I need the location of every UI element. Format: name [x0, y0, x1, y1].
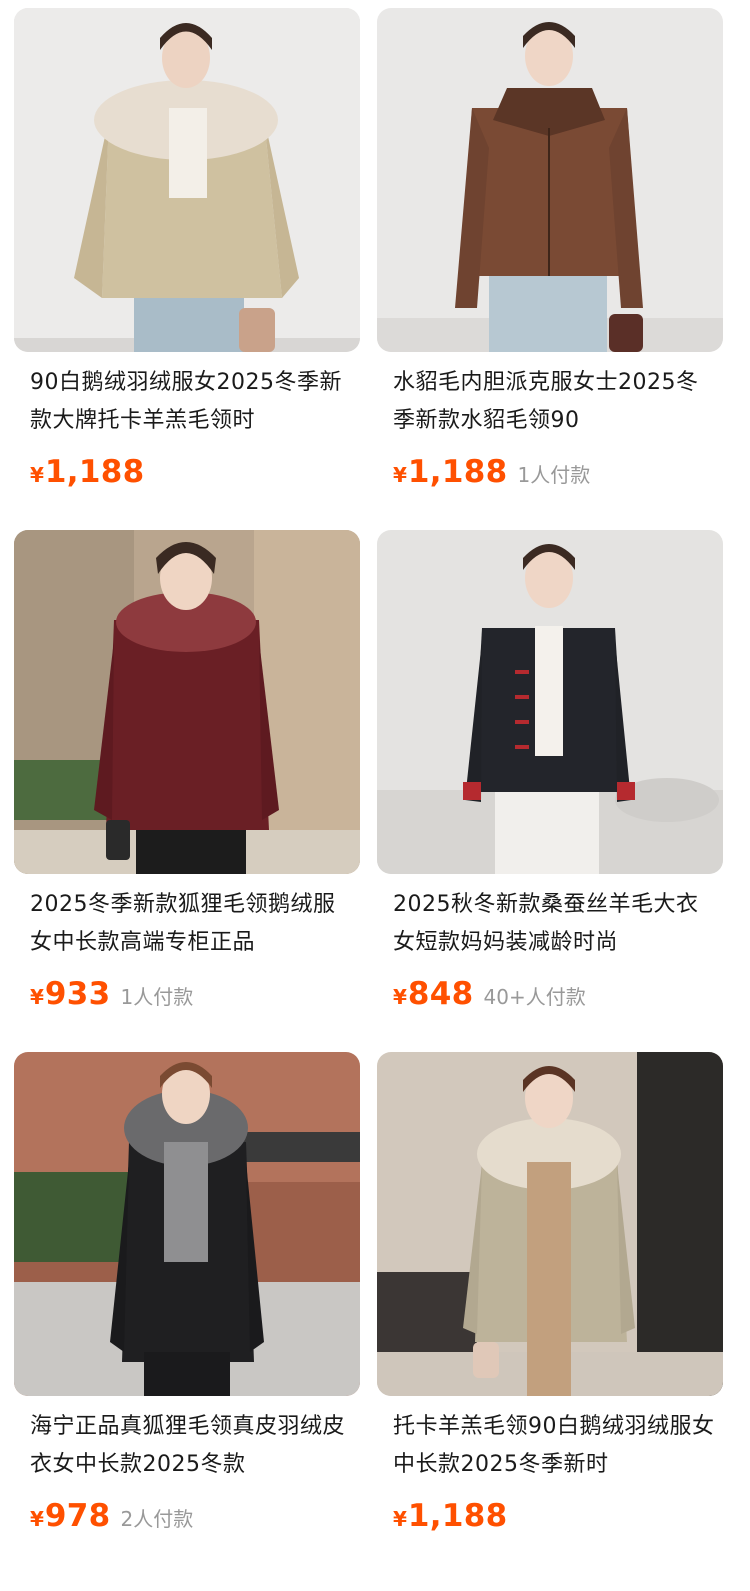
product-image[interactable] — [14, 8, 360, 352]
product-card[interactable]: 90白鹅绒羽绒服女2025冬季新款大牌托卡羊羔毛领时 ¥ 1,188 — [14, 8, 360, 518]
currency-symbol: ¥ — [393, 1507, 407, 1531]
price-row: ¥ 848 40+人付款 — [393, 976, 586, 1016]
sales-count: 1人付款 — [120, 985, 194, 1009]
product-title[interactable]: 托卡羊羔毛领90白鹅绒羽绒服女中长款2025冬季新时 — [393, 1408, 715, 1484]
sales-count: 2人付款 — [120, 1507, 194, 1531]
currency-symbol: ¥ — [393, 985, 407, 1009]
product-card[interactable]: 水貂毛内胆派克服女士2025冬季新款水貂毛领90 ¥ 1,188 1人付款 — [377, 8, 723, 518]
product-card[interactable]: 2025冬季新款狐狸毛领鹅绒服女中长款高端专柜正品 ¥ 933 1人付款 — [14, 530, 360, 1040]
product-card[interactable]: 托卡羊羔毛领90白鹅绒羽绒服女中长款2025冬季新时 ¥ 1,188 — [377, 1052, 723, 1562]
product-image[interactable] — [377, 1052, 723, 1396]
product-image[interactable] — [377, 8, 723, 352]
currency-symbol: ¥ — [30, 985, 44, 1009]
price-row: ¥ 1,188 — [30, 454, 154, 494]
price-row: ¥ 1,188 1人付款 — [393, 454, 590, 494]
product-price: 1,188 — [407, 1498, 508, 1534]
price-row: ¥ 933 1人付款 — [30, 976, 193, 1016]
product-title[interactable]: 水貂毛内胆派克服女士2025冬季新款水貂毛领90 — [393, 364, 715, 440]
currency-symbol: ¥ — [393, 463, 407, 487]
sales-count: 1人付款 — [517, 463, 591, 487]
currency-symbol: ¥ — [30, 1507, 44, 1531]
product-price: 933 — [44, 976, 111, 1012]
product-image[interactable] — [377, 530, 723, 874]
product-price: 1,188 — [44, 454, 145, 490]
product-card[interactable]: 2025秋冬新款桑蚕丝羊毛大衣女短款妈妈装减龄时尚 ¥ 848 40+人付款 — [377, 530, 723, 1040]
product-title[interactable]: 海宁正品真狐狸毛领真皮羽绒皮衣女中长款2025冬款 — [30, 1408, 352, 1484]
product-image[interactable] — [14, 1052, 360, 1396]
product-card[interactable]: 海宁正品真狐狸毛领真皮羽绒皮衣女中长款2025冬款 ¥ 978 2人付款 — [14, 1052, 360, 1562]
product-image[interactable] — [14, 530, 360, 874]
product-price: 1,188 — [407, 454, 508, 490]
product-title[interactable]: 2025秋冬新款桑蚕丝羊毛大衣女短款妈妈装减龄时尚 — [393, 886, 715, 962]
sales-count: 40+人付款 — [483, 985, 586, 1009]
product-grid: 90白鹅绒羽绒服女2025冬季新款大牌托卡羊羔毛领时 ¥ 1,188 水貂毛内胆… — [0, 0, 750, 1591]
product-title[interactable]: 2025冬季新款狐狸毛领鹅绒服女中长款高端专柜正品 — [30, 886, 352, 962]
price-row: ¥ 1,188 — [393, 1498, 517, 1538]
currency-symbol: ¥ — [30, 463, 44, 487]
product-price: 978 — [44, 1498, 111, 1534]
product-price: 848 — [407, 976, 474, 1012]
price-row: ¥ 978 2人付款 — [30, 1498, 193, 1538]
product-title[interactable]: 90白鹅绒羽绒服女2025冬季新款大牌托卡羊羔毛领时 — [30, 364, 352, 440]
